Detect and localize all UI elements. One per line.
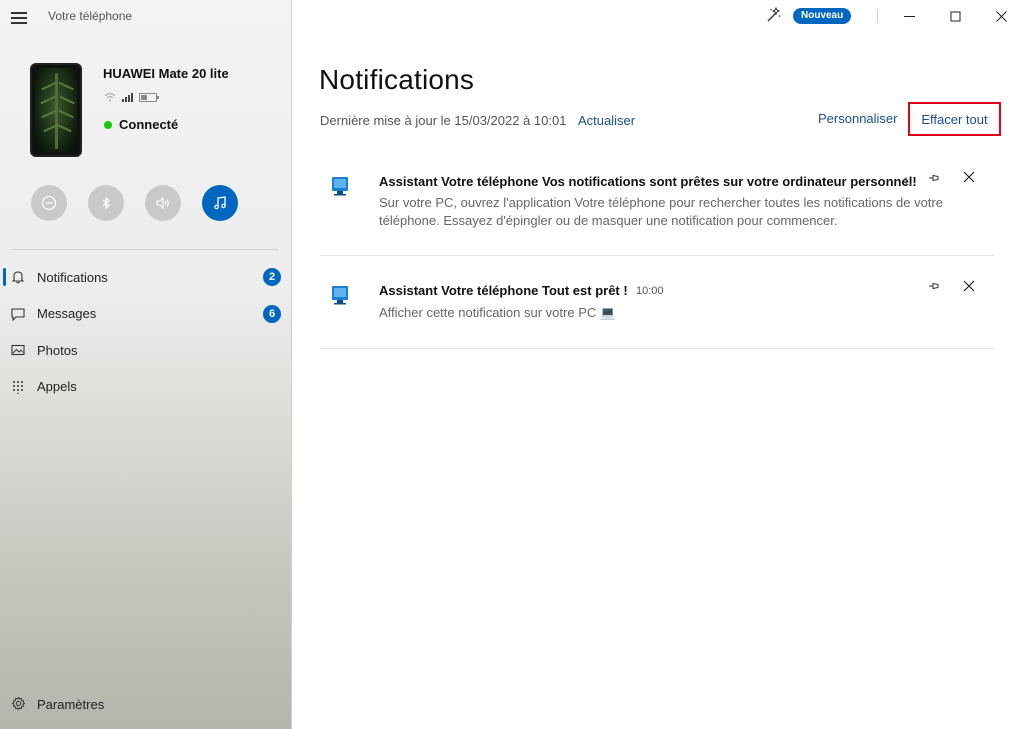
photo-icon	[11, 344, 25, 356]
device-name: HUAWEI Mate 20 lite	[103, 66, 229, 81]
sidebar-item-label: Notifications	[37, 269, 108, 285]
pin-icon[interactable]	[926, 279, 942, 293]
notification-title: Tout est prêt !	[542, 283, 628, 298]
speaker-icon	[156, 196, 169, 210]
bluetooth-icon	[102, 196, 110, 210]
connection-status: Connecté	[104, 117, 178, 132]
sidebar-nav: Notifications 2 Messages 6 Photos Appels	[0, 259, 292, 405]
minimize-button[interactable]	[886, 0, 932, 32]
do-not-disturb-icon	[41, 195, 57, 211]
battery-icon	[139, 92, 159, 102]
phone-image	[30, 63, 82, 157]
quick-actions	[31, 185, 238, 221]
status-dot-icon	[104, 120, 112, 129]
notification-time: 10:00	[636, 285, 664, 297]
message-icon	[11, 307, 25, 321]
notification-count-badge: 2	[263, 268, 281, 286]
titlebar-separator	[877, 9, 878, 23]
last-update-text: Dernière mise à jour le 15/03/2022 à 10:…	[320, 113, 567, 128]
connection-status-label: Connecté	[119, 117, 179, 132]
do-not-disturb-button[interactable]	[31, 185, 67, 221]
music-note-icon	[214, 196, 226, 210]
close-icon	[995, 10, 1007, 22]
sidebar-item-label: Messages	[37, 306, 97, 322]
notification-body: Afficher cette notification sur votre PC…	[379, 305, 617, 320]
app-title: Votre téléphone	[48, 9, 133, 23]
sidebar-item-notifications[interactable]: Notifications 2	[0, 259, 292, 296]
notification-time: 1.	[903, 176, 913, 188]
pin-icon[interactable]	[926, 171, 942, 185]
sidebar-item-label: Photos	[37, 342, 78, 358]
bell-icon	[11, 271, 25, 284]
customize-link[interactable]: Personnaliser	[818, 111, 898, 126]
settings-label: Paramètres	[37, 696, 105, 712]
sidebar-item-messages[interactable]: Messages 6	[0, 296, 292, 333]
notification-title: Vos notifications sont prêtes sur votre …	[542, 174, 917, 189]
notification-item[interactable]: Assistant Votre téléphone Tout est prêt …	[320, 256, 994, 349]
phone-app-icon	[332, 177, 348, 196]
notification-body: Sur votre PC, ouvrez l'application Votre…	[379, 195, 943, 228]
clear-all-button[interactable]: Effacer tout	[908, 102, 1001, 136]
dialpad-icon	[13, 380, 23, 394]
notification-item[interactable]: Assistant Votre téléphone Vos notificati…	[320, 158, 994, 256]
close-window-button[interactable]	[978, 0, 1024, 32]
dismiss-notification-icon[interactable]	[961, 169, 977, 185]
bluetooth-button[interactable]	[88, 185, 124, 221]
sidebar-item-photos[interactable]: Photos	[0, 332, 292, 369]
message-count-badge: 6	[263, 304, 281, 323]
media-button[interactable]	[202, 185, 238, 221]
phone-app-icon	[332, 286, 348, 305]
maximize-button[interactable]	[932, 0, 978, 32]
refresh-link[interactable]: Actualiser	[578, 113, 635, 128]
sidebar-divider	[12, 249, 278, 250]
volume-button[interactable]	[145, 185, 181, 221]
sidebar-item-calls[interactable]: Appels	[0, 369, 292, 406]
sidebar: Votre téléphone HUAWEI Mate 20 lite Conn…	[0, 0, 292, 729]
hamburger-menu-icon[interactable]	[11, 12, 27, 24]
gear-icon	[11, 696, 26, 711]
page-title: Notifications	[319, 64, 475, 95]
wifi-icon	[104, 92, 116, 102]
signal-icon	[122, 92, 133, 102]
maximize-icon	[950, 11, 960, 21]
main-panel: Nouveau Notifications Dernière mise à jo…	[292, 0, 1024, 729]
new-badge[interactable]: Nouveau	[793, 8, 852, 24]
minimize-icon	[903, 15, 915, 17]
titlebar-left: Votre téléphone	[0, 0, 292, 34]
sidebar-item-label: Appels	[37, 379, 77, 395]
settings-button[interactable]: Paramètres	[0, 692, 292, 716]
notification-app-name: Assistant Votre téléphone	[379, 174, 539, 189]
dismiss-notification-icon[interactable]	[961, 278, 977, 294]
whats-new-icon[interactable]	[766, 7, 782, 23]
notification-app-name: Assistant Votre téléphone	[379, 283, 539, 298]
device-status-icons	[104, 92, 159, 102]
